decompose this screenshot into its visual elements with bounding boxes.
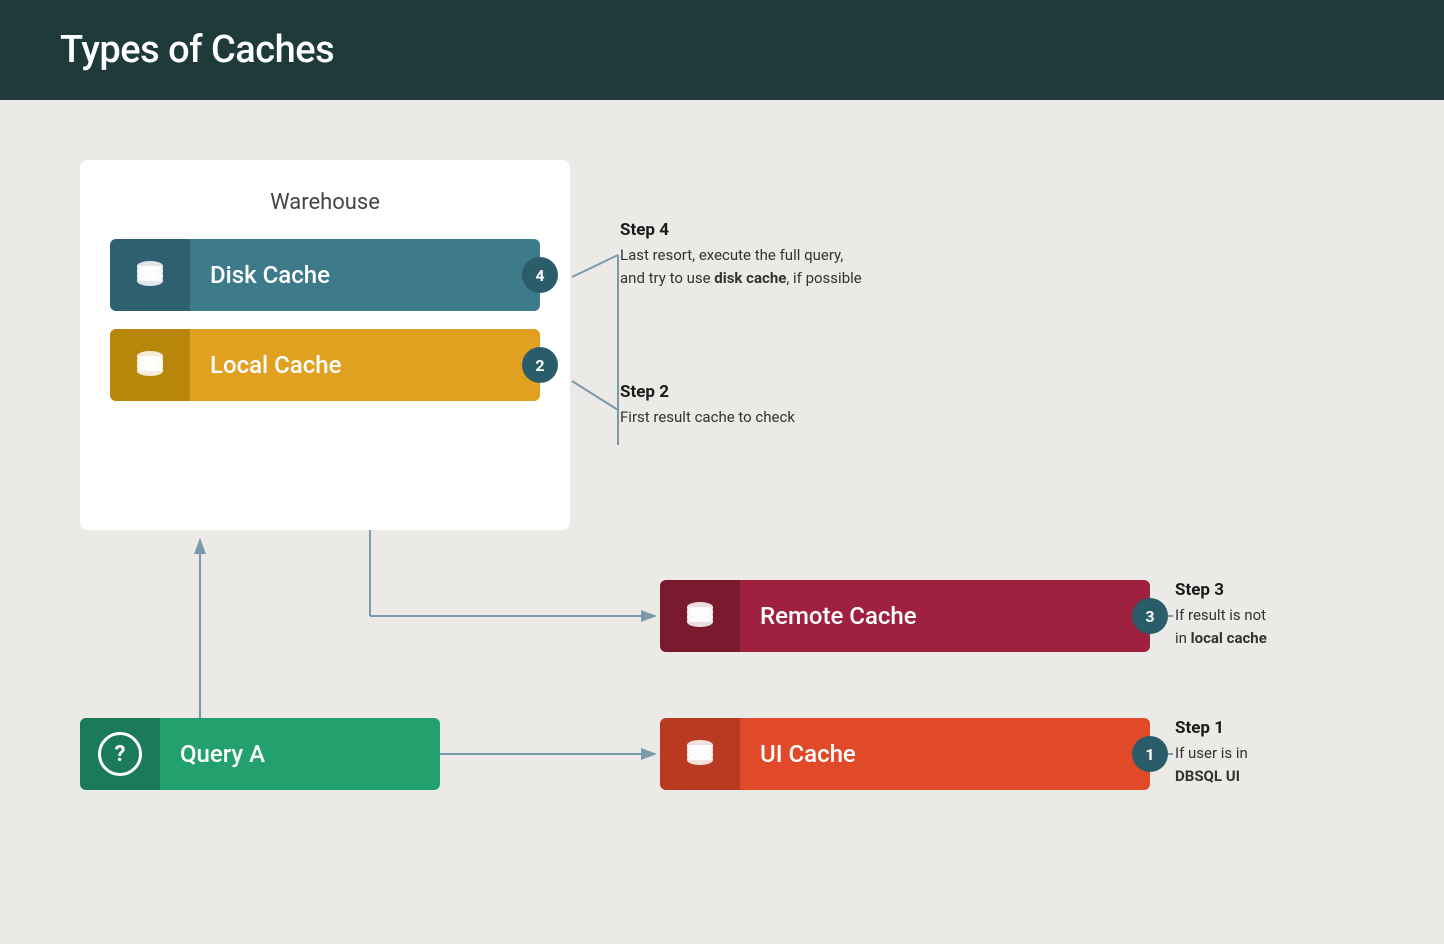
local-cache-label-area: Local Cache (190, 329, 540, 401)
local-cache-badge: 2 (522, 347, 558, 383)
step1-desc: Step 1 If user is inDBSQL UI (1175, 718, 1425, 787)
warehouse-box: Warehouse Disk Cache 4 (80, 160, 570, 530)
query-icon-area: ? (80, 718, 160, 790)
header: Types of Caches (0, 0, 1444, 100)
question-mark-circle: ? (98, 732, 142, 776)
remote-cache-badge: 3 (1132, 598, 1168, 634)
step4-title: Step 4 (620, 220, 1000, 240)
query-a-item: ? Query A (80, 718, 440, 790)
local-cache-item: Local Cache 2 (110, 329, 540, 401)
ui-cache-badge: 1 (1132, 736, 1168, 772)
query-label-text: Query A (180, 740, 265, 768)
local-cache-label-text: Local Cache (210, 351, 341, 379)
ui-cache-label-text: UI Cache (760, 740, 856, 768)
step2-text: First result cache to check (620, 406, 1000, 429)
disk-cache-item: Disk Cache 4 (110, 239, 540, 311)
step3-title: Step 3 (1175, 580, 1425, 600)
remote-cache-item: Remote Cache 3 (660, 580, 1150, 652)
main-content: Warehouse Disk Cache 4 (0, 100, 1444, 944)
remote-cache-icon-area (660, 580, 740, 652)
step3-text: If result is notin local cache (1175, 604, 1425, 649)
page-title: Types of Caches (60, 28, 1384, 72)
warehouse-label: Warehouse (110, 190, 540, 215)
remote-cache-label-area: Remote Cache 3 (740, 580, 1150, 652)
ui-cache-label-area: UI Cache 1 (740, 718, 1150, 790)
step4-text: Last resort, execute the full query,and … (620, 244, 1000, 289)
disk-cache-label-text: Disk Cache (210, 261, 330, 289)
remote-cache-label-text: Remote Cache (760, 602, 917, 630)
ui-cache-icon-area (660, 718, 740, 790)
step1-text: If user is inDBSQL UI (1175, 742, 1425, 787)
local-cache-icon-area (110, 329, 190, 401)
step3-desc: Step 3 If result is notin local cache (1175, 580, 1425, 649)
step2-desc: Step 2 First result cache to check (620, 382, 1000, 429)
step4-desc: Step 4 Last resort, execute the full que… (620, 220, 1000, 289)
disk-cache-badge: 4 (522, 257, 558, 293)
step1-title: Step 1 (1175, 718, 1425, 738)
ui-cache-item: UI Cache 1 (660, 718, 1150, 790)
query-label-area: Query A (160, 718, 440, 790)
disk-cache-label-area: Disk Cache (190, 239, 540, 311)
disk-cache-icon-area (110, 239, 190, 311)
step2-title: Step 2 (620, 382, 1000, 402)
